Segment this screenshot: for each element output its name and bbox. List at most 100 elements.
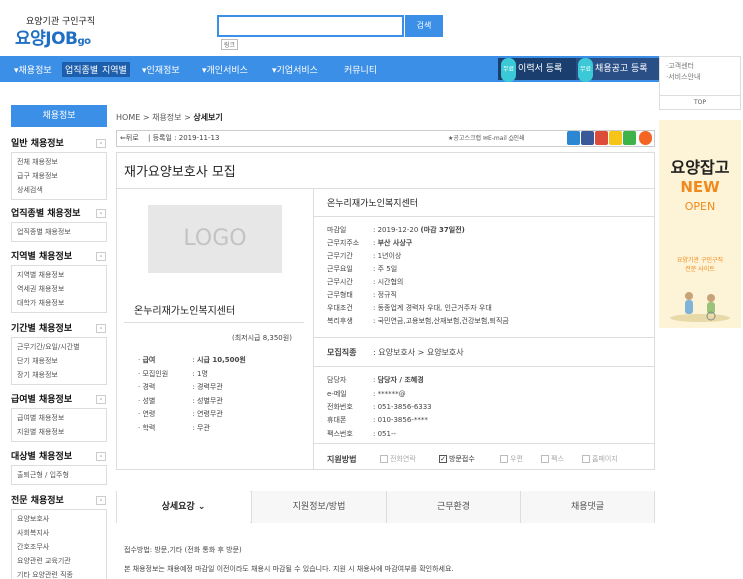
facebook-icon[interactable] <box>581 131 594 145</box>
contact-row: 담당자: 담당자 / 조혜경 <box>327 376 424 384</box>
sidebar-group-title[interactable]: 일반 채용정보 - <box>11 136 107 152</box>
condition-row: · 급여: 시급 10,500원 <box>138 356 246 364</box>
tab-apply-info[interactable]: 지원정보/방법 <box>252 491 386 523</box>
collapse-icon[interactable]: - <box>96 496 106 505</box>
detail-row: 복리후생: 국민연금,고용보험,산재보험,건강보험,퇴직금 <box>327 317 509 325</box>
email-button[interactable]: ✉E-mail <box>483 135 507 142</box>
notice-text: 본 채용정보는 채용예정 마감일 이전이라도 채용시 마감될 수 있습니다. 지… <box>124 565 454 573</box>
sidebar-item[interactable]: 대학가 채용정보 <box>17 296 101 310</box>
sidebar-group-target: 대상별 채용정보 - 출퇴근형 / 입주형 <box>11 449 107 485</box>
sidebar-group-title[interactable]: 급여별 채용정보 - <box>11 392 107 408</box>
banner-line3: OPEN <box>684 200 716 213</box>
condition-row: · 연령: 연령무관 <box>138 410 223 418</box>
sidebar-group-title[interactable]: 기간별 채용정보 - <box>11 321 107 337</box>
collapse-icon[interactable]: - <box>96 324 106 333</box>
sidebar-item[interactable]: 급여별 채용정보 <box>17 411 101 425</box>
service-guide-link[interactable]: ·서비스안내 <box>666 72 734 83</box>
contact-row: 팩스번호: 051-- <box>327 430 397 438</box>
sidebar-group-salary: 급여별 채용정보 - 급여별 채용정보 지원별 채용정보 <box>11 392 107 442</box>
detail-row: 우대조건: 동종업계 경력자 우대, 인근거주자 우대 <box>327 304 492 312</box>
sidebar-group-period: 기간별 채용정보 - 근무기간/요일/시간별 단기 채용정보 장기 채용정보 <box>11 321 107 385</box>
breadcrumb-current: 상세보기 <box>193 113 223 122</box>
sidebar-item[interactable]: 장기 채용정보 <box>17 368 101 382</box>
sidebar-group-title[interactable]: 업직종별 채용정보 - <box>11 206 107 222</box>
detail-row: 근무시간: 시간협의 <box>327 278 404 286</box>
nav-by-occupation[interactable]: 업직종별 <box>62 62 102 77</box>
banner-line1: 요양잡고 <box>670 158 730 177</box>
ad-banner[interactable]: 요양잡고 NEW OPEN 요양기관 구인구직 전문 사이트 <box>659 120 741 328</box>
collapse-icon[interactable]: - <box>96 252 106 261</box>
kakao-icon[interactable] <box>609 131 622 145</box>
tab-work-env[interactable]: 근무환경 <box>387 491 520 523</box>
site-logo[interactable]: 요양JOBgo <box>15 24 91 49</box>
tab-comments[interactable]: 채용댓글 <box>521 491 654 523</box>
collapse-icon[interactable]: - <box>96 395 106 404</box>
nav-by-region[interactable]: 지역별 <box>99 62 130 77</box>
sidebar-item[interactable]: 출퇴근형 / 입주형 <box>17 468 101 482</box>
sidebar-group-special: 전문 채용정보 - 요양보호사 사회복지사 간호조무사 요양관련 교육기관 기타 … <box>11 493 107 579</box>
apply-homepage-checkbox[interactable]: 홈페이지 <box>582 454 618 464</box>
nav-business[interactable]: ▾기업서비스 <box>272 63 318 76</box>
apply-fax-checkbox[interactable]: 팩스 <box>541 454 564 464</box>
sidebar-item[interactable]: 근무기간/요일/시간별 <box>17 340 101 354</box>
resume-register-button[interactable]: 무료 이력서 등록 <box>498 58 576 82</box>
breadcrumb-home[interactable]: HOME <box>116 113 140 122</box>
side-quick-links: ·고객센터 ·서비스안내 <box>659 56 741 96</box>
sidebar-item[interactable]: 전체 채용정보 <box>17 155 101 169</box>
print-button[interactable]: ⎙인쇄 <box>509 135 525 142</box>
top-button[interactable]: TOP <box>659 96 741 110</box>
nav-personal[interactable]: ▾개인서비스 <box>202 63 248 76</box>
back-button[interactable]: ⇐뒤로 <box>120 133 139 143</box>
free-badge: 무료 <box>501 58 517 82</box>
card-divider <box>313 188 314 470</box>
refresh-icon[interactable] <box>639 131 652 145</box>
apply-phone-checkbox[interactable]: 전화연락 <box>380 454 416 464</box>
site-link[interactable]: 링크 <box>221 39 239 50</box>
detail-row: 근무지주소: 부산 사상구 <box>327 239 413 247</box>
sidebar-group-title[interactable]: 대상별 채용정보 - <box>11 449 107 465</box>
sidebar-item[interactable]: 지역별 채용정보 <box>17 268 101 282</box>
scrap-button[interactable]: ★공고스크랩 <box>448 135 481 142</box>
sidebar-item[interactable]: 상세검색 <box>17 183 101 197</box>
sidebar-item[interactable]: 요양보호사 <box>17 512 101 526</box>
collapse-icon[interactable]: - <box>96 452 106 461</box>
logo-text: 요양JOB <box>15 29 78 49</box>
search-input[interactable] <box>217 15 404 37</box>
sidebar-item[interactable]: 역세권 채용정보 <box>17 282 101 296</box>
customer-center-link[interactable]: ·고객센터 <box>666 61 734 72</box>
divider <box>314 216 654 217</box>
registration-date: | 등록일 : 2019-11-13 <box>148 134 220 142</box>
sidebar-item[interactable]: 간호조무사 <box>17 540 101 554</box>
nav-community[interactable]: 커뮤니티 <box>344 63 377 76</box>
naver-icon[interactable] <box>623 131 636 145</box>
job-post-register-button[interactable]: 무료 채용공고 등록 <box>576 58 659 82</box>
sidebar-item[interactable]: 급구 채용정보 <box>17 169 101 183</box>
apply-mail-checkbox[interactable]: 우편 <box>500 454 523 464</box>
sidebar-group-occupation: 업직종별 채용정보 - 업직종별 채용정보 <box>11 206 107 242</box>
tab-details[interactable]: 상세요강 ⌄ <box>117 491 250 523</box>
toolbar-actions: ★공고스크랩 ✉E-mail ⎙인쇄 <box>448 133 525 143</box>
google-plus-icon[interactable] <box>595 131 608 145</box>
sidebar-item[interactable]: 업직종별 채용정보 <box>17 225 101 239</box>
sidebar-group-general: 일반 채용정보 - 전체 채용정보 급구 채용정보 상세검색 <box>11 136 107 200</box>
sidebar-item[interactable]: 사회복지사 <box>17 526 101 540</box>
sidebar-item[interactable]: 지원별 채용정보 <box>17 425 101 439</box>
divider <box>124 322 304 323</box>
sidebar-group-title[interactable]: 지역별 채용정보 - <box>11 249 107 265</box>
breadcrumb: HOME > 채용정보 > 상세보기 <box>116 113 223 122</box>
sidebar-item[interactable]: 요양관련 교육기관 <box>17 554 101 568</box>
sidebar-item[interactable]: 단기 채용정보 <box>17 354 101 368</box>
condition-row: · 학력: 무관 <box>138 424 210 432</box>
collapse-icon[interactable]: - <box>96 209 106 218</box>
collapse-icon[interactable]: - <box>96 139 106 148</box>
search-button[interactable]: 검색 <box>405 15 443 37</box>
breadcrumb-section[interactable]: 채용정보 <box>152 113 181 122</box>
nav-talent[interactable]: ▾인재정보 <box>142 63 180 76</box>
nav-job-info[interactable]: ▾채용정보 <box>14 63 52 76</box>
sidebar-item[interactable]: 기타 요양관련 직종 <box>17 568 101 579</box>
apply-visit-checkbox[interactable]: ✓ 방문접수 <box>439 454 475 464</box>
sidebar-group-title[interactable]: 전문 채용정보 - <box>11 493 107 509</box>
share-icon[interactable] <box>567 131 580 145</box>
company-name-detail: 온누리재가노인복지센터 <box>327 199 419 209</box>
company-name: 온누리재가노인복지센터 <box>134 306 236 317</box>
